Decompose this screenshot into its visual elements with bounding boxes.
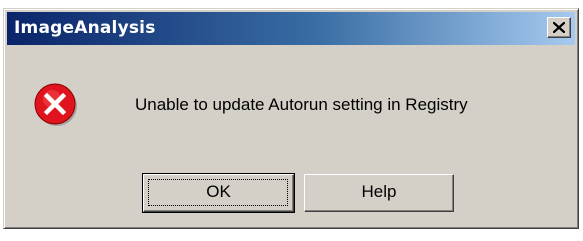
window-title: ImageAnalysis [14,18,156,38]
ok-button-label: OK [206,182,231,201]
ok-button[interactable]: OK [142,173,295,213]
close-button[interactable] [547,17,571,38]
close-icon [553,22,565,33]
error-icon [34,83,77,126]
help-button[interactable]: Help [304,174,454,212]
help-button-label: Help [361,182,397,201]
error-message: Unable to update Autorun setting in Regi… [135,95,468,114]
title-bar[interactable]: ImageAnalysis [7,12,575,45]
message-dialog: ImageAnalysis Unable to update Autorun s… [3,8,579,229]
